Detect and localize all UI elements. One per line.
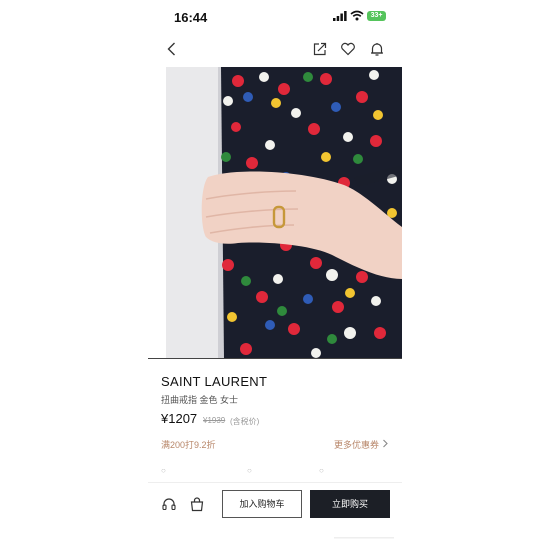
original-price: ¥1939 [203, 416, 226, 425]
product-brand: SAINT LAURENT [161, 374, 268, 389]
buy-now-button[interactable]: 立即购买 [310, 490, 390, 518]
status-time: 16:44 [174, 10, 208, 25]
headset-icon[interactable] [161, 496, 177, 512]
phone-screen: 16:44 33+ SAINT LAURENT 扭曲戒指 金色 女士 ¥1207… [148, 0, 402, 550]
chevron-left-icon[interactable] [163, 40, 181, 58]
product-photo[interactable] [166, 67, 402, 359]
add-to-cart-button[interactable]: 加入购物车 [222, 490, 302, 518]
signal-icon [333, 11, 347, 21]
image-divider [148, 358, 402, 359]
heart-icon[interactable] [339, 40, 357, 58]
promo-text[interactable]: 满200打9.2折 [161, 438, 216, 451]
chevron-right-icon[interactable] [381, 439, 389, 448]
watermark-mark [334, 537, 394, 539]
service-badges-row: ○ ○ ○ [161, 466, 324, 475]
tax-note: (含税价) [230, 417, 260, 426]
bell-icon[interactable] [368, 40, 386, 58]
status-bar: 16:44 33+ [148, 0, 402, 34]
top-nav [148, 36, 402, 62]
bottom-action-bar: 加入购物车 立即购买 [148, 486, 402, 526]
more-coupons-link[interactable]: 更多优惠券 [334, 438, 379, 451]
product-image [166, 67, 402, 359]
share-icon[interactable] [311, 40, 329, 58]
battery-indicator: 33+ [367, 11, 386, 21]
product-price: ¥1207 [161, 411, 198, 426]
shopping-bag-icon[interactable] [189, 496, 205, 512]
wifi-icon [350, 10, 364, 21]
product-subtitle: 扭曲戒指 金色 女士 [161, 395, 239, 405]
bottom-divider [148, 482, 402, 483]
